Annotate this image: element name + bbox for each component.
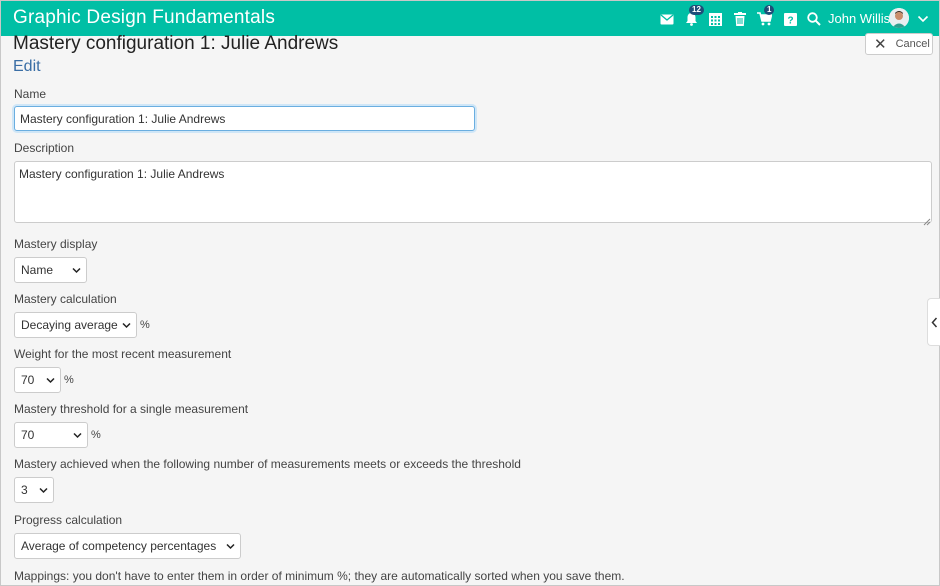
description-label: Description bbox=[14, 141, 75, 155]
user-avatar[interactable] bbox=[889, 8, 909, 28]
measurements-count-select[interactable]: 3 bbox=[14, 477, 54, 503]
mastery-display-select[interactable]: Name bbox=[14, 257, 87, 283]
threshold-unit: % bbox=[91, 429, 101, 441]
close-icon: ✕ bbox=[874, 35, 887, 53]
weight-value: 70 bbox=[21, 373, 35, 387]
cancel-label: Cancel bbox=[895, 38, 930, 50]
page-title: Mastery configuration 1: Julie Andrews bbox=[13, 33, 339, 54]
mastery-calculation-unit: % bbox=[140, 319, 150, 331]
weight-label: Weight for the most recent measurement bbox=[14, 347, 232, 361]
svg-text:?: ? bbox=[787, 15, 793, 26]
user-name[interactable]: John Willis bbox=[828, 11, 890, 26]
cart-badge: 1 bbox=[764, 5, 775, 15]
search-icon[interactable] bbox=[805, 10, 823, 28]
weight-select[interactable]: 70 bbox=[14, 367, 61, 393]
progress-calculation-label: Progress calculation bbox=[14, 513, 123, 527]
threshold-label: Mastery threshold for a single measureme… bbox=[14, 402, 249, 416]
name-label: Name bbox=[14, 87, 47, 101]
threshold-value: 70 bbox=[21, 428, 35, 442]
chevron-down-icon bbox=[122, 322, 131, 329]
calendar-icon[interactable] bbox=[706, 10, 724, 28]
chevron-down-icon bbox=[226, 543, 235, 550]
mail-icon[interactable] bbox=[658, 10, 676, 28]
cart-icon[interactable]: 1 bbox=[755, 5, 775, 28]
notifications-badge: 12 bbox=[689, 5, 704, 15]
measurements-count-label: Mastery achieved when the following numb… bbox=[14, 457, 521, 471]
weight-unit: % bbox=[64, 374, 74, 386]
progress-calculation-select[interactable]: Average of competency percentages bbox=[14, 533, 241, 559]
progress-calculation-value: Average of competency percentages bbox=[21, 539, 217, 553]
mappings-note: Mappings: you don't have to enter them i… bbox=[14, 569, 625, 583]
mastery-calculation-value: Decaying average bbox=[21, 318, 118, 332]
chevron-down-icon[interactable] bbox=[917, 12, 929, 24]
resize-grip-icon[interactable] bbox=[923, 213, 931, 226]
name-input[interactable] bbox=[14, 106, 475, 131]
mastery-display-value: Name bbox=[21, 263, 54, 277]
chevron-left-icon bbox=[930, 317, 937, 327]
trash-icon[interactable] bbox=[731, 10, 749, 28]
chevron-down-icon bbox=[46, 377, 55, 384]
app-title[interactable]: Graphic Design Fundamentals bbox=[13, 7, 275, 29]
measurements-count-value: 3 bbox=[21, 483, 28, 497]
threshold-select[interactable]: 70 bbox=[14, 422, 88, 448]
top-navigation-bar: Graphic Design Fundamentals 12 1 ? John … bbox=[1, 1, 939, 36]
chevron-down-icon bbox=[39, 487, 48, 494]
chevron-down-icon bbox=[73, 432, 82, 439]
mastery-calculation-label: Mastery calculation bbox=[14, 292, 117, 306]
cancel-button[interactable]: ✕ Cancel bbox=[865, 33, 933, 55]
description-textarea[interactable]: Mastery configuration 1: Julie Andrews bbox=[14, 161, 932, 223]
mastery-display-label: Mastery display bbox=[14, 237, 98, 251]
mastery-calculation-select[interactable]: Decaying average bbox=[14, 312, 137, 338]
chevron-down-icon bbox=[72, 267, 81, 274]
edit-heading: Edit bbox=[13, 58, 41, 75]
sidebar-toggle-button[interactable] bbox=[927, 298, 940, 346]
help-icon[interactable]: ? bbox=[781, 10, 799, 28]
bell-icon[interactable]: 12 bbox=[682, 5, 704, 28]
